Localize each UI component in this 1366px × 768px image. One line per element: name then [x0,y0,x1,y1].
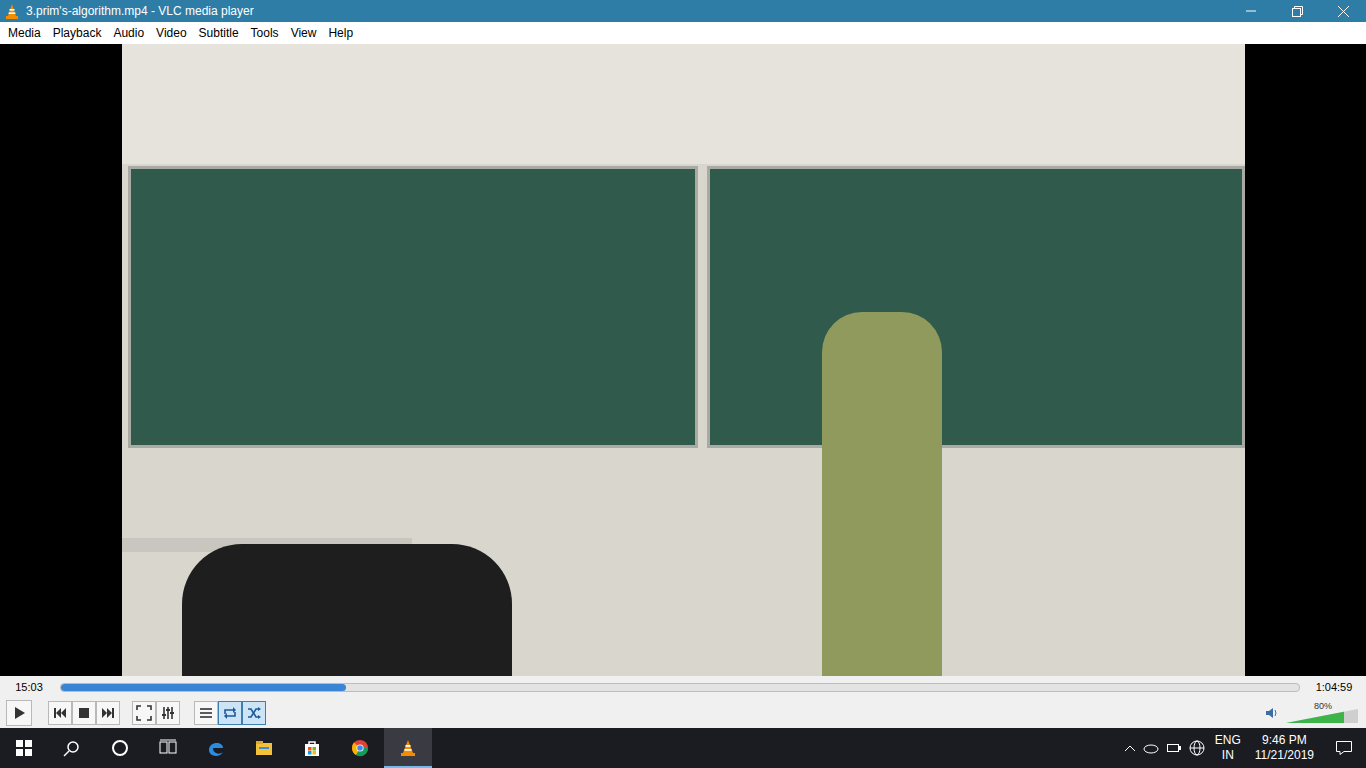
menu-item[interactable]: Video [150,22,192,44]
tray: ENG IN 9:46 PM 11/21/2019 [1125,728,1366,768]
vlc-window: 3.prim's-algorithm.mp4 - VLC media playe… [0,0,1366,768]
windows-icon [16,740,32,756]
chrome-taskbar-button[interactable] [336,728,384,768]
notification-icon [1336,741,1352,755]
play-button[interactable] [6,700,32,726]
fullscreen-button[interactable] [132,701,156,725]
audience [182,544,512,676]
menu-item[interactable]: Audio [107,22,150,44]
wall-upper [122,44,1245,164]
menu-item[interactable]: View [285,22,323,44]
menu-item[interactable]: Media [2,22,47,44]
minimize-button[interactable] [1228,0,1274,22]
edge-icon [206,738,226,758]
prev-icon [52,705,68,721]
prev-button[interactable] [48,701,72,725]
volume-fill [1286,709,1344,723]
next-button[interactable] [96,701,120,725]
clock-date: 11/21/2019 [1255,748,1314,763]
volume-reading: 80% [1314,700,1332,714]
total-time: 1:04:59 [1308,679,1360,696]
volume-track [1286,709,1358,723]
random-button[interactable] [242,701,266,725]
taskview-taskbar-button[interactable] [144,728,192,768]
speaker-icon[interactable] [1266,705,1282,721]
language-code: ENG [1215,733,1241,748]
explorer-taskbar-button[interactable] [240,728,288,768]
video-area [0,44,1366,676]
vlc-icon [398,738,418,758]
title-bar: 3.prim's-algorithm.mp4 - VLC media playe… [0,0,1366,22]
stop-icon [76,705,92,721]
lecturer [822,312,942,676]
play-icon [11,705,27,721]
chrome-icon [350,738,370,758]
restore-icon [1292,6,1303,17]
taskview-icon [158,738,178,758]
playlist-icon [198,705,214,721]
playlist-button[interactable] [194,701,218,725]
volume-slider[interactable]: 80% [1286,702,1360,724]
chevron-up-icon[interactable] [1125,745,1135,751]
elapsed-time: 15:03 [6,679,52,696]
menu-item[interactable]: Playback [47,22,108,44]
menu-item[interactable]: Subtitle [193,22,245,44]
cortana-icon [110,738,130,758]
active-indicator [384,766,432,768]
seek-track[interactable] [60,683,1300,692]
video-frame [122,44,1245,676]
network-icon[interactable] [1189,740,1205,756]
region-code: IN [1222,748,1234,763]
notification-button[interactable] [1326,728,1362,768]
store-taskbar-button[interactable] [288,728,336,768]
search-icon [62,738,82,758]
vlc-taskbar-button[interactable] [384,728,432,768]
button-row: 80% [0,698,1366,728]
edge-taskbar-button[interactable] [192,728,240,768]
close-button[interactable] [1320,0,1366,22]
store-icon [302,738,322,758]
vlc-icon [4,3,20,19]
stop-button[interactable] [72,701,96,725]
controls-panel: 15:03 1:04:59 80% [0,676,1366,728]
start-button[interactable] [0,728,48,768]
menu-item[interactable]: Help [322,22,359,44]
clock-time: 9:46 PM [1262,733,1307,748]
blackboard-left [128,166,698,448]
restore-button[interactable] [1274,0,1320,22]
menu-bar: MediaPlaybackAudioVideoSubtitleToolsView… [0,22,1366,44]
menu-item[interactable]: Tools [245,22,285,44]
player-buttons [6,700,266,726]
search-taskbar-button[interactable] [48,728,96,768]
seek-fill [61,684,346,691]
close-icon [1338,6,1349,17]
taskbar-apps [48,728,432,768]
explorer-icon [254,738,274,758]
fullscreen-icon [136,705,152,721]
seek-row: 15:03 1:04:59 [0,676,1366,698]
battery-icon[interactable] [1167,743,1181,753]
random-icon [246,705,262,721]
cortana-taskbar-button[interactable] [96,728,144,768]
extended-icon [160,705,176,721]
loop-button[interactable] [218,701,242,725]
taskbar: ENG IN 9:46 PM 11/21/2019 [0,728,1366,768]
next-icon [100,705,116,721]
loop-icon [222,705,238,721]
blackboard-right [707,166,1245,448]
clock[interactable]: 9:46 PM 11/21/2019 [1251,733,1318,763]
minimize-icon [1246,6,1256,16]
language-indicator[interactable]: ENG IN [1213,733,1243,763]
window-title: 3.prim's-algorithm.mp4 - VLC media playe… [26,2,254,20]
extended-button[interactable] [156,701,180,725]
onedrive-icon[interactable] [1143,742,1159,754]
